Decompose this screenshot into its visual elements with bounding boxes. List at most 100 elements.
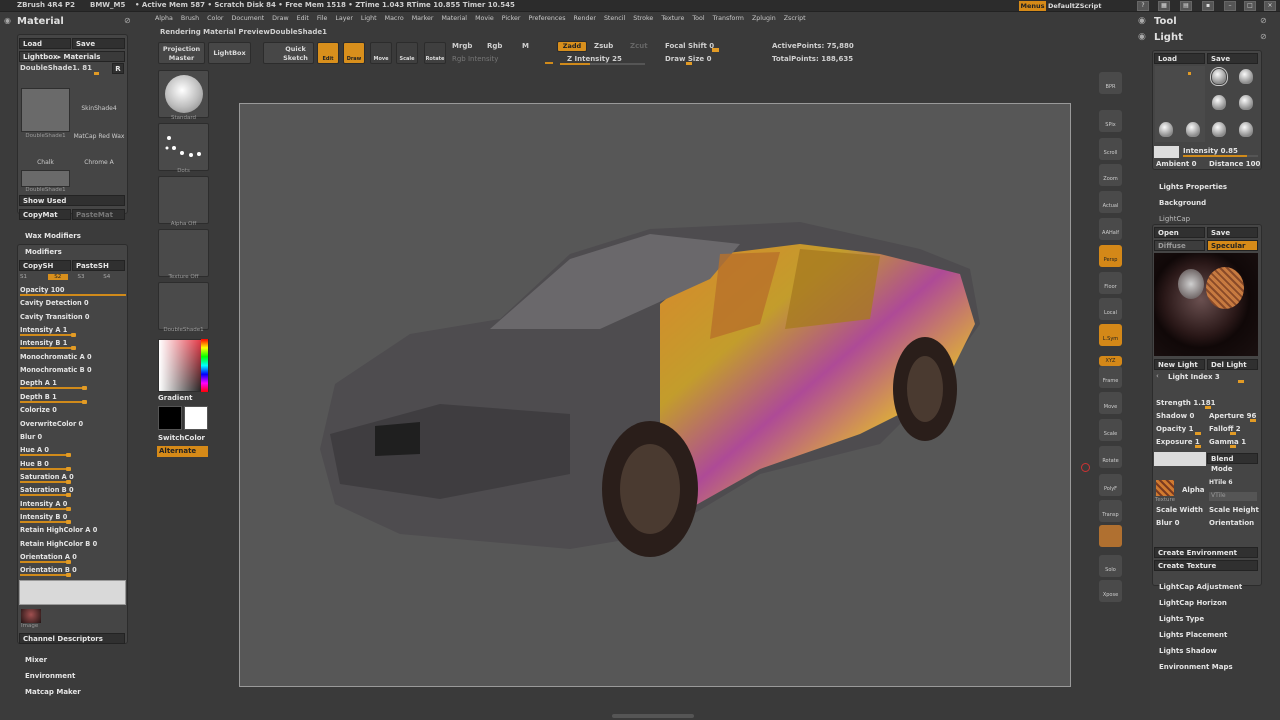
gradient-label[interactable]: Gradient [158, 394, 192, 402]
modifier-slider[interactable]: OverwriteColor 0 [20, 419, 126, 431]
maximize-icon[interactable]: □ [1244, 1, 1256, 11]
show-used-button[interactable]: Show Used [19, 195, 125, 206]
menu-file[interactable]: File [317, 15, 328, 22]
modifier-slider[interactable]: Retain HighColor A 0 [20, 525, 126, 537]
section-lightcap-adjustment[interactable]: LightCap Adjustment [1159, 583, 1242, 591]
draw-mode-button[interactable]: Draw [343, 42, 365, 64]
shelf-actual-button[interactable]: Actual [1099, 191, 1122, 213]
lightcap-header[interactable]: LightCap [1159, 215, 1190, 223]
modifier-slider[interactable]: Intensity A 0 [20, 499, 126, 511]
close-icon[interactable]: × [1264, 1, 1276, 11]
shelf-solo-button[interactable]: Solo [1099, 555, 1122, 577]
lightcap-preview-sphere[interactable] [1154, 253, 1258, 356]
falloff-knob[interactable] [1230, 432, 1236, 435]
menu-movie[interactable]: Movie [475, 15, 494, 22]
exposure-slider[interactable]: Exposure 1 [1156, 438, 1200, 446]
shelf-floor-button[interactable]: Floor [1099, 272, 1122, 294]
modifier-slider[interactable]: Blur 0 [20, 432, 126, 444]
focal-shift-slider[interactable]: Focal Shift 0 [665, 42, 714, 50]
menu-preferences[interactable]: Preferences [528, 15, 565, 22]
edit-mode-button[interactable]: Edit [317, 42, 339, 64]
create-texture-button[interactable]: Create Texture [1154, 560, 1258, 571]
light-pin-icon[interactable]: ◉ [1138, 32, 1146, 42]
shelf-rotate-button[interactable]: Rotate [1099, 446, 1122, 468]
shader-slot-s2[interactable]: S2 [47, 274, 68, 280]
zcut-button[interactable]: Zcut [630, 42, 648, 50]
light-bulb-icon[interactable] [1239, 95, 1253, 110]
modifier-slider[interactable]: Saturation A 0 [20, 472, 126, 484]
rotate-mode-button[interactable]: Rotate [424, 42, 446, 64]
modifier-slider[interactable]: Monochromatic B 0 [20, 365, 126, 377]
menu-picker[interactable]: Picker [502, 15, 521, 22]
car-model[interactable] [240, 104, 1070, 686]
pastemat-button[interactable]: PasteMat [72, 209, 125, 220]
z-intensity-slider[interactable]: Z Intensity 25 [567, 55, 622, 63]
orientation-slider[interactable]: Orientation [1209, 519, 1254, 527]
default-zscript-button[interactable]: DefaultZScript [1048, 1, 1108, 11]
menu-edit[interactable]: Edit [297, 15, 309, 22]
background-header[interactable]: Background [1159, 199, 1206, 207]
slider-knob[interactable] [81, 399, 87, 404]
slider-knob[interactable] [81, 386, 87, 391]
secondary-color-swatch[interactable] [184, 406, 208, 430]
palette-pin-icon[interactable]: ◉ [4, 16, 11, 25]
light-intensity-track[interactable] [1183, 155, 1258, 157]
slider-knob[interactable] [65, 453, 71, 458]
modifier-slider[interactable]: Opacity 100 [20, 285, 126, 297]
scale-width-slider[interactable]: Scale Width [1156, 506, 1203, 514]
modifier-slider[interactable]: Orientation B 0 [20, 565, 126, 578]
thumb-caption[interactable]: Chrome A [74, 159, 124, 166]
tool-pin-icon[interactable]: ◉ [1138, 16, 1146, 26]
tool-dock-icon[interactable]: ⊘ [1260, 16, 1267, 25]
slider-knob[interactable] [65, 560, 71, 564]
palette-dock-icon[interactable]: ⊘ [124, 16, 131, 25]
thumb-caption[interactable]: MatCap Red Wax [70, 133, 128, 140]
shelf-spix-button[interactable]: SPix [1099, 110, 1122, 132]
modifier-slider[interactable]: Retain HighColor B 0 [20, 539, 126, 551]
tool-title[interactable]: Tool [1154, 16, 1177, 27]
light-save-button[interactable]: Save [1207, 53, 1258, 64]
slider-knob[interactable] [65, 493, 71, 498]
light-bulb-icon[interactable] [1186, 122, 1200, 137]
scale-height-slider[interactable]: Scale Height [1209, 506, 1259, 514]
mixer-header[interactable]: Mixer [25, 656, 47, 664]
menu-zplugin[interactable]: Zplugin [752, 15, 776, 22]
modifier-slider[interactable]: Cavity Detection 0 [20, 298, 126, 310]
menu-layer[interactable]: Layer [335, 15, 353, 22]
light-index-slider[interactable]: Light Index 3 [1168, 373, 1220, 381]
wax-modifiers-header[interactable]: Wax Modifiers [25, 232, 81, 240]
move-mode-button[interactable]: Move [370, 42, 392, 64]
matcap-maker-header[interactable]: Matcap Maker [25, 688, 81, 696]
vtile-slider[interactable]: VTile [1209, 492, 1257, 501]
channel-descriptors-button[interactable]: Channel Descriptors [19, 633, 125, 644]
section-lightcap-horizon[interactable]: LightCap Horizon [1159, 599, 1227, 607]
bottom-tray-handle[interactable] [612, 714, 694, 718]
material-thumb-doubleshade-2[interactable] [21, 170, 70, 187]
menu-stroke[interactable]: Stroke [633, 15, 653, 22]
new-light-button[interactable]: New Light [1154, 359, 1205, 370]
layout-alt-icon[interactable]: ▤ [1180, 1, 1192, 11]
slider-knob[interactable] [65, 506, 71, 511]
lightcap-texture-thumb[interactable] [1156, 480, 1174, 496]
material-thumb-doubleshade[interactable] [21, 88, 70, 132]
shader-slot-s4[interactable]: S4 [103, 274, 115, 280]
slider-knob[interactable] [71, 333, 76, 338]
lightcap-color-swatch[interactable] [1154, 452, 1206, 466]
texture-slot[interactable] [158, 229, 209, 277]
menu-stencil[interactable]: Stencil [604, 15, 625, 22]
opacity-knob[interactable] [1195, 432, 1201, 435]
light-load-button[interactable]: Load [1154, 53, 1205, 64]
aperture-knob[interactable] [1250, 419, 1256, 422]
exposure-knob[interactable] [1195, 445, 1201, 448]
light-bulb-icon[interactable] [1239, 122, 1253, 137]
menu-macro[interactable]: Macro [385, 15, 404, 22]
lightbox-button[interactable]: LightBox [208, 42, 251, 64]
thumb-caption[interactable]: SkinShade4 [74, 105, 124, 112]
modifier-slider[interactable]: Intensity B 0 [20, 512, 126, 524]
htile-slider[interactable]: HTile 6 [1209, 479, 1233, 486]
menu-document[interactable]: Document [232, 15, 265, 22]
brush-slot-standard[interactable] [158, 70, 209, 118]
shelf-scroll-button[interactable]: Scroll [1099, 138, 1122, 160]
refresh-r-button[interactable]: R [112, 63, 124, 74]
menu-draw[interactable]: Draw [272, 15, 288, 22]
